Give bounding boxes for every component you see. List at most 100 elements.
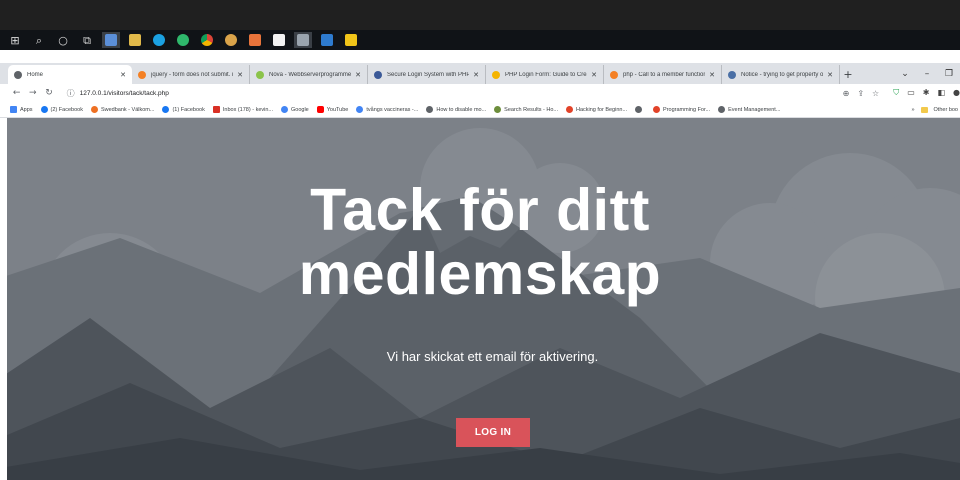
address-bar[interactable]: ⓘ 127.0.0.1/visitors/tack/tack.php	[63, 86, 823, 100]
share-icon[interactable]: ⇪	[857, 89, 864, 98]
bookmark-item[interactable]: Search Results - Ho...	[494, 106, 558, 113]
bookmark-item[interactable]: How to disable mo...	[426, 106, 486, 113]
tab-search-icon[interactable]: ⌄	[894, 69, 916, 79]
bookmark-item[interactable]: Inbox (178) - kevin...	[212, 106, 273, 113]
facebook-icon	[40, 106, 48, 113]
tab-home[interactable]: Home ✕	[8, 65, 132, 84]
bookmark-item[interactable]	[635, 106, 645, 113]
tab-php-call[interactable]: php - Call to a member function ✕	[604, 65, 722, 84]
bookmark-item[interactable]: Programming For...	[653, 106, 710, 113]
close-icon[interactable]: ✕	[827, 71, 833, 79]
bookmarks-overflow: » Other boo	[911, 102, 960, 117]
title-line-1: Tack för ditt	[310, 177, 650, 243]
extensions-puzzle-icon[interactable]: ✱	[923, 88, 930, 98]
tab-label: PHP Login Form: Guide to Creat	[505, 71, 588, 78]
windows-start-icon[interactable]: ⊞	[6, 32, 24, 48]
tab-php-login[interactable]: PHP Login Form: Guide to Creat ✕	[486, 65, 604, 84]
zoom-icon[interactable]: ⊕	[843, 89, 850, 98]
taskbar-app-icon[interactable]	[246, 32, 264, 48]
bookmark-item[interactable]: YouTube	[316, 106, 348, 113]
cast-icon[interactable]: ▭	[907, 88, 915, 98]
browser-toolbar: ← → ↻ ⓘ 127.0.0.1/visitors/tack/tack.php…	[0, 84, 960, 102]
google-icon	[356, 106, 364, 113]
site-icon	[653, 106, 661, 113]
tab-secure-login[interactable]: Secure Login System with PHP a ✕	[368, 65, 486, 84]
site-icon	[565, 106, 573, 113]
taskbar-app-icon[interactable]	[318, 32, 336, 48]
nova-icon	[256, 70, 264, 79]
chrome-icon[interactable]	[198, 32, 216, 48]
bookmark-item[interactable]: Hacking for Beginn...	[565, 106, 628, 113]
tab-label: Notice - trying to get property o	[741, 71, 824, 78]
taskbar-app-icon[interactable]	[102, 32, 120, 48]
site-icon	[728, 70, 736, 79]
taskbar-app-icon[interactable]	[294, 32, 312, 48]
stackoverflow-icon	[610, 70, 618, 79]
taskbar-app-icon[interactable]	[342, 32, 360, 48]
minimize-icon[interactable]: –	[916, 69, 938, 79]
bookmark-label: (1) Facebook	[172, 106, 205, 113]
login-button[interactable]: LOG IN	[456, 418, 530, 447]
browser-tab-strip: Home ✕ jquery - form does not submit. i …	[0, 63, 960, 84]
restore-icon[interactable]: ❐	[938, 69, 960, 79]
stackoverflow-icon	[138, 70, 146, 79]
tab-notice[interactable]: Notice - trying to get property o ✕	[722, 65, 840, 84]
omnibox-actions: ⊕ ⇪ ☆	[843, 89, 880, 98]
site-icon	[492, 70, 500, 79]
gap	[0, 50, 960, 63]
bookmark-label: Event Management...	[728, 106, 781, 113]
new-tab-button[interactable]: +	[840, 65, 856, 84]
chevron-right-icon[interactable]: »	[911, 107, 914, 113]
taskbar-app-icon[interactable]	[126, 32, 144, 48]
sidepanel-icon[interactable]: ◧	[937, 88, 945, 98]
profile-avatar-icon[interactable]: ●	[953, 88, 960, 98]
forward-icon[interactable]: →	[26, 88, 39, 98]
close-icon[interactable]: ✕	[473, 71, 479, 79]
bookmark-label: Hacking for Beginn...	[575, 106, 628, 113]
back-icon[interactable]: ←	[10, 88, 23, 98]
taskbar-app-icon[interactable]	[174, 32, 192, 48]
windows-taskbar: ⊞ ⌕ ○ ⧉	[0, 30, 960, 50]
window-controls: ⌄ – ❐	[894, 63, 960, 84]
bookmark-star-icon[interactable]: ☆	[872, 89, 879, 98]
bookmark-item[interactable]: Google	[281, 106, 309, 113]
page-title: Tack för ditt medlemskap	[0, 178, 960, 306]
taskbar-app-icon[interactable]	[270, 32, 288, 48]
apps-grid-icon	[10, 106, 17, 113]
swedbank-icon	[90, 106, 98, 113]
bookmark-label: (2) Facebook	[50, 106, 83, 113]
bookmark-item[interactable]: (1) Facebook	[162, 106, 205, 113]
bookmark-item[interactable]: tvångs vaccineras -...	[356, 106, 418, 113]
task-view-icon[interactable]: ⧉	[78, 32, 96, 48]
bookmark-label: Search Results - Ho...	[504, 106, 558, 113]
bookmark-apps[interactable]: Apps	[10, 106, 33, 113]
close-icon[interactable]: ✕	[355, 71, 361, 79]
youtube-icon	[316, 106, 324, 113]
screenshot: ⊞ ⌕ ○ ⧉ Home ✕ jquery - form does not su…	[0, 0, 960, 480]
edge-icon[interactable]	[150, 32, 168, 48]
close-icon[interactable]: ✕	[591, 71, 597, 79]
bookmark-label: Inbox (178) - kevin...	[222, 106, 273, 113]
close-icon[interactable]: ✕	[120, 71, 126, 79]
google-icon	[281, 106, 288, 113]
shield-icon[interactable]: ⛉	[893, 88, 899, 98]
close-icon[interactable]: ✕	[237, 71, 243, 79]
bookmark-item[interactable]: (2) Facebook	[40, 106, 83, 113]
bookmark-item[interactable]: Event Management...	[718, 106, 780, 113]
facebook-icon	[162, 106, 170, 113]
tab-label: jquery - form does not submit. i	[151, 71, 234, 78]
reload-icon[interactable]: ↻	[42, 88, 55, 98]
other-bookmarks-label[interactable]: Other boo	[934, 107, 958, 113]
globe-icon	[635, 106, 643, 113]
info-icon[interactable]: ⓘ	[67, 88, 75, 99]
taskbar-app-icon[interactable]	[222, 32, 240, 48]
bookmark-label: Google	[291, 106, 309, 113]
cortana-icon[interactable]: ○	[54, 32, 72, 48]
tab-label: Nova - Webbserverprogramme	[269, 71, 352, 78]
tab-jquery[interactable]: jquery - form does not submit. i ✕	[132, 65, 250, 84]
search-icon[interactable]: ⌕	[30, 32, 48, 48]
tab-nova[interactable]: Nova - Webbserverprogramme ✕	[250, 65, 368, 84]
bookmark-item[interactable]: Swedbank - Välkom...	[90, 106, 154, 113]
close-icon[interactable]: ✕	[709, 71, 715, 79]
site-icon	[374, 70, 382, 79]
